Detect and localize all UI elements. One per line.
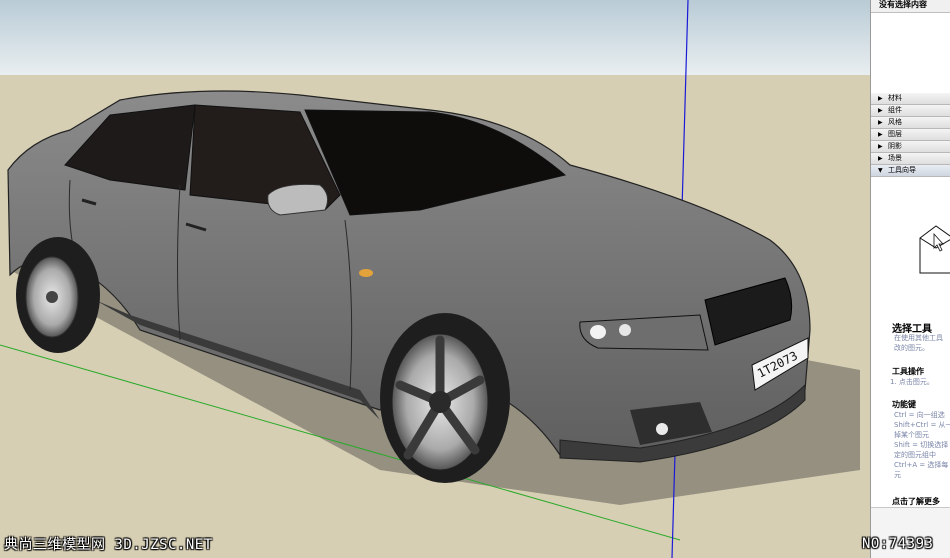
tray-styles[interactable]: ▶ 风格 — [871, 117, 950, 129]
tray-label: 阴影 — [888, 142, 902, 150]
triangle-down-icon: ▼ — [878, 167, 883, 174]
triangle-right-icon: ▶ — [878, 95, 883, 102]
tray-shadows[interactable]: ▶ 阴影 — [871, 141, 950, 153]
instructor-desc-2: 改的图元。 — [894, 344, 929, 352]
modifier-key-line: Ctrl = 向一组选 — [894, 411, 945, 419]
tray-label: 工具向导 — [888, 166, 916, 174]
triangle-right-icon: ▶ — [878, 107, 883, 114]
tray-label: 材料 — [888, 94, 902, 102]
tool-ops-line: 1. 点击图元。 — [890, 378, 934, 386]
tray-label: 组件 — [888, 106, 902, 114]
learn-more-link[interactable]: 点击了解更多 — [892, 496, 940, 507]
entity-info-title: 没有选择内容 — [871, 0, 950, 13]
tray-layers[interactable]: ▶ 图层 — [871, 129, 950, 141]
tray-components[interactable]: ▶ 组件 — [871, 105, 950, 117]
modifier-keys-title: 功能键 — [892, 400, 916, 409]
tray-label: 场景 — [888, 154, 902, 162]
side-indicator — [359, 269, 373, 277]
modifier-key-line: Ctrl+A = 选择每 — [894, 461, 949, 469]
tray-label: 图层 — [888, 130, 902, 138]
modifier-key-line: 掉某个图元 — [894, 431, 929, 439]
tray-materials[interactable]: ▶ 材料 — [871, 93, 950, 105]
entity-info-area — [871, 13, 950, 93]
modifier-key-line: 元 — [894, 471, 901, 479]
tray-label: 风格 — [888, 118, 902, 126]
3d-viewport[interactable]: 1T2073 典尚三维模型网 3D.JZSC.NET — [0, 0, 870, 558]
tray-instructor[interactable]: ▼ 工具向导 — [871, 165, 950, 177]
select-tool-illustration-icon — [919, 225, 950, 274]
sky — [0, 0, 870, 75]
headlight-lamp-2 — [619, 324, 631, 336]
model-scene[interactable]: 1T2073 — [0, 0, 870, 558]
modifier-key-line: Shift+Ctrl = 从一 — [894, 421, 950, 429]
modifier-key-line: 定的图元组中 — [894, 451, 936, 459]
modifier-key-line: Shift = 切换选择 — [894, 441, 949, 449]
watermark-left: 典尚三维模型网 3D.JZSC.NET — [4, 537, 213, 553]
watermark-right: NO:74393 — [862, 536, 934, 552]
instructor-desc-1: 在使用其他工具 — [894, 334, 943, 342]
default-tray-panel: 没有选择内容 ▶ 材料 ▶ 组件 ▶ 风格 ▶ 图层 ▶ 阴影 ▶ 场景 ▼ 工具向导 选择工… — [870, 0, 950, 558]
triangle-right-icon: ▶ — [878, 119, 883, 126]
front-hub — [429, 391, 451, 413]
tool-ops-title: 工具操作 — [892, 367, 924, 376]
triangle-right-icon: ▶ — [878, 131, 883, 138]
fog-light — [656, 423, 668, 435]
rear-hub — [46, 291, 58, 303]
tray-scenes[interactable]: ▶ 场景 — [871, 153, 950, 165]
triangle-right-icon: ▶ — [878, 143, 883, 150]
side-mirror — [267, 184, 329, 216]
instructor-content: 选择工具 在使用其他工具 改的图元。 工具操作 1. 点击图元。 功能键 Ctr… — [871, 178, 950, 506]
triangle-right-icon: ▶ — [878, 155, 883, 162]
headlight-lamp — [590, 325, 606, 339]
